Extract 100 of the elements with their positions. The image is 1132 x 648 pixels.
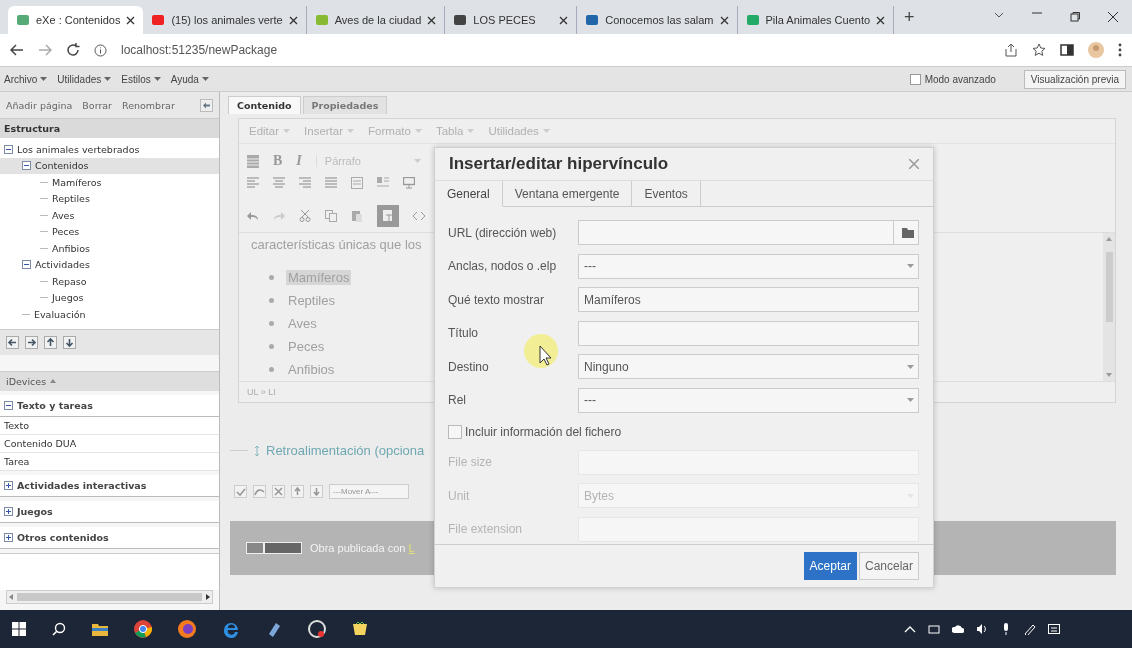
input-field[interactable]: [578, 220, 919, 245]
dropdown[interactable]: ---: [578, 387, 919, 413]
toolbar-button[interactable]: Borrar: [82, 99, 112, 111]
move-down-icon[interactable]: [63, 335, 76, 349]
tree-item[interactable]: Contenidos: [0, 157, 219, 174]
field-label: Unit: [448, 488, 470, 503]
reload-icon[interactable]: [66, 43, 80, 57]
tree-item[interactable]: Anfibios: [0, 240, 219, 257]
panel-heading[interactable]: iDevices: [0, 370, 219, 391]
tree-item[interactable]: Reptiles: [0, 190, 219, 207]
app-icon[interactable]: [266, 621, 282, 637]
group-header[interactable]: Juegos: [0, 500, 219, 523]
input-field[interactable]: [578, 320, 919, 346]
x-icon[interactable]: [272, 485, 285, 498]
caret-icon: [907, 264, 914, 268]
preview-button[interactable]: Visualización previa: [1023, 69, 1126, 89]
browser-tab[interactable]: eXe : Contenidos: [8, 6, 144, 34]
tree-item[interactable]: Mamíferos: [0, 174, 219, 191]
browser-icon[interactable]: [134, 620, 152, 638]
tree-item[interactable]: Actividades: [0, 256, 219, 273]
group-header[interactable]: Actividades interactivas: [0, 474, 219, 497]
close-icon[interactable]: [876, 15, 886, 25]
dialog-title: Insertar/editar hipervínculo: [449, 154, 669, 174]
chevron-icon[interactable]: [994, 12, 1004, 18]
keyboard-icon[interactable]: [1048, 623, 1060, 635]
scroll-right-icon[interactable]: [206, 594, 210, 600]
pen-icon[interactable]: [1024, 623, 1036, 635]
plus-box-icon[interactable]: [4, 480, 13, 490]
folder-icon[interactable]: [902, 227, 914, 238]
tree-item[interactable]: Aves: [0, 207, 219, 224]
close-icon[interactable]: [126, 15, 136, 25]
back-icon[interactable]: [10, 44, 24, 56]
plus-box-icon[interactable]: [4, 506, 13, 516]
tab[interactable]: General: [435, 181, 503, 207]
bullet-icon: [269, 321, 274, 326]
folder-icon[interactable]: [92, 622, 108, 636]
windows-icon[interactable]: [12, 622, 26, 636]
scroll-left-icon[interactable]: [9, 594, 13, 600]
checkbox[interactable]: [448, 425, 462, 439]
side-panel-icon[interactable]: [1060, 43, 1074, 57]
caret-icon: [40, 77, 48, 81]
minus-box-icon[interactable]: [22, 260, 31, 270]
menu-item[interactable]: Ayuda: [170, 73, 209, 85]
field-label: Anclas, nodos o .elp: [448, 259, 557, 273]
move-up-icon[interactable]: [44, 335, 57, 349]
tree-item[interactable]: Repaso: [0, 273, 219, 290]
tree-item[interactable]: Juegos: [0, 289, 219, 306]
input-field[interactable]: Mamíferos: [578, 287, 919, 312]
close-icon[interactable]: [719, 15, 729, 25]
cancel-button[interactable]: Cancelar: [858, 552, 919, 580]
close-icon[interactable]: [288, 15, 298, 25]
curve-icon[interactable]: [253, 485, 266, 498]
caret-icon: [467, 129, 475, 133]
license-badge-icon: [246, 542, 302, 554]
arrow-button-icon[interactable]: [200, 98, 213, 112]
menu-item[interactable]: Utilidades: [57, 73, 112, 85]
bullet-icon: [269, 344, 274, 349]
move-left-icon[interactable]: [6, 335, 19, 349]
close-icon[interactable]: [1108, 12, 1118, 22]
network-icon[interactable]: [928, 623, 940, 635]
plus-box-icon[interactable]: [4, 532, 13, 542]
dropdown[interactable]: ---: [578, 253, 919, 279]
close-icon[interactable]: [427, 15, 437, 25]
checkbox[interactable]: [909, 73, 921, 85]
check-icon[interactable]: [234, 485, 247, 498]
dropdown[interactable]: Ninguno: [578, 354, 919, 379]
group-header[interactable]: Otros contenidos: [0, 526, 219, 549]
search-icon[interactable]: [52, 622, 66, 636]
minus-box-icon[interactable]: [4, 144, 13, 154]
minus-box-icon[interactable]: [22, 161, 31, 171]
group-header[interactable]: Texto y tareas: [0, 394, 219, 417]
close-icon[interactable]: [559, 15, 569, 25]
toolbar-button[interactable]: Añadir página: [6, 99, 73, 111]
tree-item[interactable]: Evaluación: [0, 306, 219, 323]
browser-icon[interactable]: [178, 620, 196, 638]
menu-item[interactable]: Estilos: [121, 73, 161, 85]
scrollbar-thumb[interactable]: [17, 593, 202, 601]
scrollbar-thumb[interactable]: [1105, 252, 1113, 322]
app-icon[interactable]: [352, 622, 368, 636]
speaker-icon[interactable]: [976, 623, 988, 635]
cloud-icon[interactable]: [952, 623, 964, 635]
site-icon: [745, 13, 760, 27]
menu-icon[interactable]: [1118, 43, 1122, 57]
restore-icon[interactable]: [1070, 12, 1080, 22]
tree-item[interactable]: Peces: [0, 223, 219, 240]
new-tab-button[interactable]: +: [894, 6, 925, 28]
caret-icon: [907, 364, 914, 369]
minus-box-icon[interactable]: [4, 400, 13, 410]
toolbar-button[interactable]: Renombrar: [122, 99, 175, 111]
tree-item[interactable]: Los animales vertebrados: [0, 141, 219, 158]
up-arrow-icon[interactable]: [291, 485, 304, 498]
down-arrow-icon[interactable]: [310, 485, 323, 498]
star-icon[interactable]: [1032, 43, 1046, 57]
share-icon[interactable]: [1004, 43, 1018, 57]
app-icon[interactable]: [308, 620, 326, 638]
tab[interactable]: Contenido: [228, 96, 301, 114]
move-right-icon[interactable]: [25, 335, 38, 349]
accept-button[interactable]: Aceptar: [803, 552, 857, 580]
menu-item[interactable]: Archivo: [4, 73, 48, 85]
list-item: Anfibios: [287, 362, 336, 377]
